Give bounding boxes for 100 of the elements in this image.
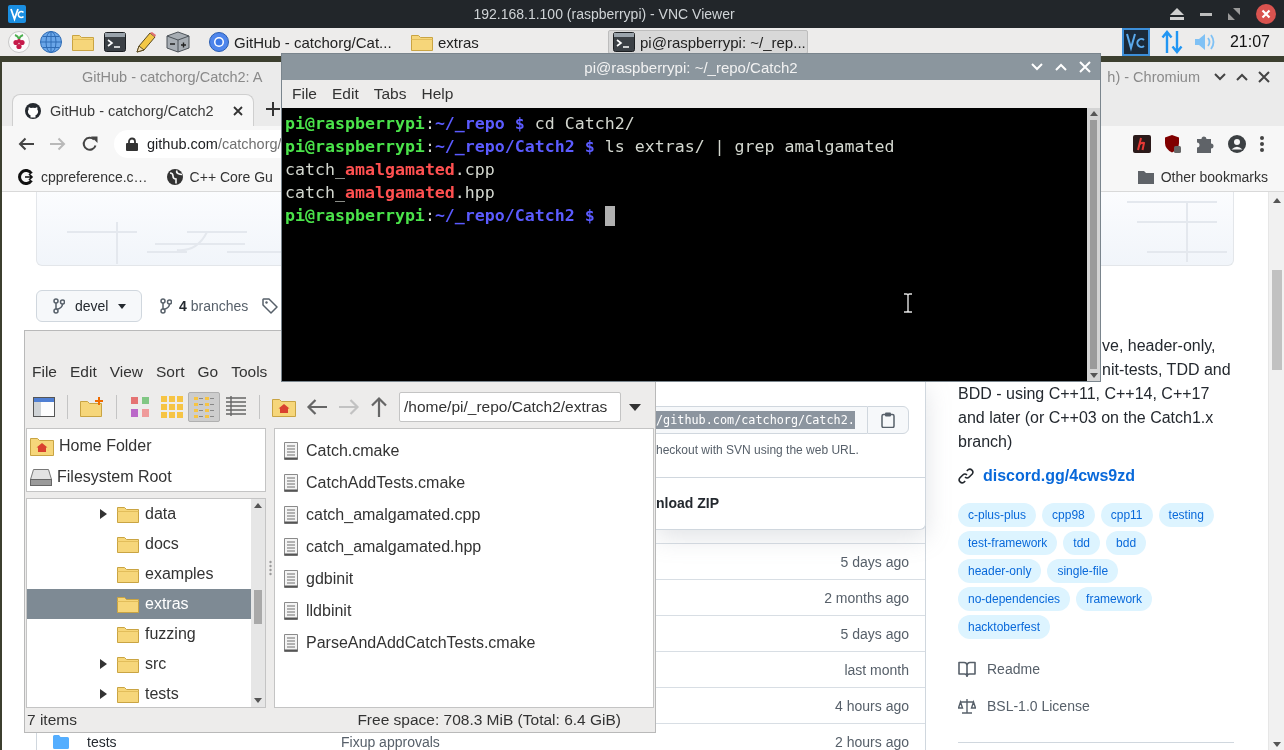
readme-link[interactable]: Readme <box>987 661 1040 677</box>
topic-tag[interactable]: bdd <box>1106 531 1147 555</box>
menu-item[interactable]: File <box>292 85 317 103</box>
folder-tree-item[interactable]: docs <box>27 529 251 559</box>
folder-tree-item[interactable]: fuzzing <box>27 619 251 649</box>
folder-tree-item[interactable]: extras <box>27 589 251 619</box>
box-icon[interactable] <box>166 31 190 53</box>
scrollbar-thumb[interactable] <box>254 590 262 624</box>
folder-tree-item[interactable]: data <box>27 499 251 529</box>
puzzle-icon[interactable] <box>1195 135 1214 153</box>
bookmark-folder[interactable]: Other bookmarks <box>1131 163 1274 190</box>
home-folder-icon[interactable] <box>272 397 296 417</box>
scroll-down-icon[interactable] <box>1272 742 1281 747</box>
letter-tile-icon[interactable] <box>1133 135 1151 153</box>
address-bar[interactable]: github.com/catchorg/ <box>114 130 281 158</box>
folder-link[interactable]: tests <box>87 733 117 750</box>
document-entry[interactable]: CatchAddTests.cmake <box>275 467 470 499</box>
scroll-down-icon[interactable] <box>254 698 262 703</box>
commit-message-link[interactable]: Fixup approvals <box>341 733 440 750</box>
branch-button[interactable]: devel <box>36 290 142 322</box>
new-window-icon[interactable] <box>33 397 55 417</box>
expander-icon[interactable] <box>100 689 107 699</box>
topic-tag[interactable]: no-dependencies <box>958 587 1071 611</box>
expander-icon[interactable] <box>100 659 107 669</box>
document-entry[interactable]: catch_amalgamated.hpp <box>275 531 486 563</box>
globe-icon[interactable] <box>40 31 62 53</box>
menu-item[interactable]: File <box>32 363 57 381</box>
menu-item[interactable]: Sort <box>156 363 185 381</box>
reload-icon[interactable] <box>82 136 98 152</box>
document-entry[interactable]: ParseAndAddCatchTests.cmake <box>275 627 540 659</box>
up-arrow-icon[interactable] <box>370 396 388 418</box>
task-button[interactable]: extras <box>406 30 606 54</box>
website-link[interactable]: discord.gg/4cws9zd <box>983 467 1136 485</box>
close-icon[interactable] <box>1258 71 1270 83</box>
place-item[interactable]: Home Folder <box>27 430 156 461</box>
menu-item[interactable]: Edit <box>70 363 97 381</box>
scroll-up-icon[interactable] <box>254 503 262 508</box>
menu-item[interactable]: Tabs <box>373 85 407 103</box>
copy-button[interactable] <box>867 406 909 434</box>
chevron-up-icon[interactable] <box>1236 73 1248 81</box>
scrollbar-thumb[interactable] <box>1090 120 1097 369</box>
topic-tag[interactable]: test-framework <box>958 531 1058 555</box>
new-folder-icon[interactable] <box>80 397 104 417</box>
bookmark[interactable]: cppreference.c… <box>12 163 154 190</box>
menu-icon[interactable] <box>1260 136 1264 152</box>
document-entry[interactable]: lldbinit <box>275 595 356 627</box>
topic-tag[interactable]: framework <box>1076 587 1153 611</box>
bookmark[interactable]: C++ Core Gu <box>160 163 279 190</box>
close-icon[interactable] <box>1256 4 1276 24</box>
scrollbar[interactable] <box>1087 108 1100 381</box>
branches-link[interactable]: 4 branches <box>160 298 249 314</box>
profile-icon[interactable] <box>1228 135 1246 153</box>
minimize-icon[interactable] <box>1200 12 1212 16</box>
topic-tag[interactable]: single-file <box>1047 559 1119 583</box>
back-arrow-icon[interactable] <box>306 398 328 416</box>
scrollbar[interactable] <box>1268 192 1284 750</box>
menu-item[interactable]: Edit <box>332 85 359 103</box>
pencil-icon[interactable] <box>136 31 156 53</box>
raspberry-icon[interactable] <box>8 31 30 53</box>
download-zip-link[interactable]: nload ZIP <box>656 493 719 513</box>
folder-tree-item[interactable]: tests <box>27 679 251 707</box>
topic-tag[interactable]: testing <box>1158 503 1214 527</box>
arrows-icon[interactable] <box>1160 30 1183 54</box>
grip-icon[interactable] <box>268 560 272 576</box>
scroll-down-icon[interactable] <box>1089 373 1098 378</box>
folder-tree-item[interactable]: src <box>27 649 251 679</box>
task-button[interactable]: pi@raspberrypi: ~/_rep... <box>608 30 808 54</box>
document-entry[interactable]: Catch.cmake <box>275 435 404 467</box>
topic-tag[interactable]: hacktoberfest <box>958 615 1051 639</box>
topic-tag[interactable]: tdd <box>1063 531 1101 555</box>
scrollbar-thumb[interactable] <box>1271 270 1282 370</box>
shield-icon[interactable] <box>1165 135 1181 153</box>
caret-icon[interactable] <box>629 403 641 411</box>
path-field[interactable]: /home/pi/_repo/Catch2/extras <box>399 392 621 422</box>
maximize-icon[interactable] <box>1228 8 1240 20</box>
clock[interactable]: 21:07 <box>1229 33 1270 51</box>
place-item[interactable]: Filesystem Root <box>27 461 176 492</box>
tag-icon[interactable] <box>262 298 279 314</box>
scroll-up-icon[interactable] <box>1089 111 1098 116</box>
folder-tree-item[interactable]: examples <box>27 559 251 589</box>
menu-item[interactable]: Tools <box>231 363 268 381</box>
topic-tag[interactable]: header-only <box>958 559 1042 583</box>
topic-tag[interactable]: cpp98 <box>1042 503 1095 527</box>
eject-icon[interactable] <box>1170 8 1184 20</box>
document-entry[interactable]: gdbinit <box>275 563 358 595</box>
expander-icon[interactable] <box>100 509 107 519</box>
browser-tab[interactable]: GitHub - catchorg/Catch2 <box>12 94 254 126</box>
back-arrow-icon[interactable] <box>18 137 34 151</box>
plus-icon[interactable] <box>266 102 280 116</box>
menu-item[interactable]: Go <box>197 363 219 381</box>
scrollbar[interactable] <box>251 499 265 707</box>
topic-tag[interactable]: c-plus-plus <box>958 503 1037 527</box>
terminal-icon[interactable] <box>104 32 126 52</box>
scroll-up-icon[interactable] <box>1272 198 1281 203</box>
close-icon[interactable] <box>233 105 243 116</box>
menu-item[interactable]: Help <box>421 85 454 103</box>
topic-tag[interactable]: cpp11 <box>1100 503 1153 527</box>
document-entry[interactable]: catch_amalgamated.cpp <box>275 499 485 531</box>
menu-item[interactable]: View <box>109 363 144 381</box>
license-link[interactable]: BSL-1.0 License <box>987 698 1090 714</box>
